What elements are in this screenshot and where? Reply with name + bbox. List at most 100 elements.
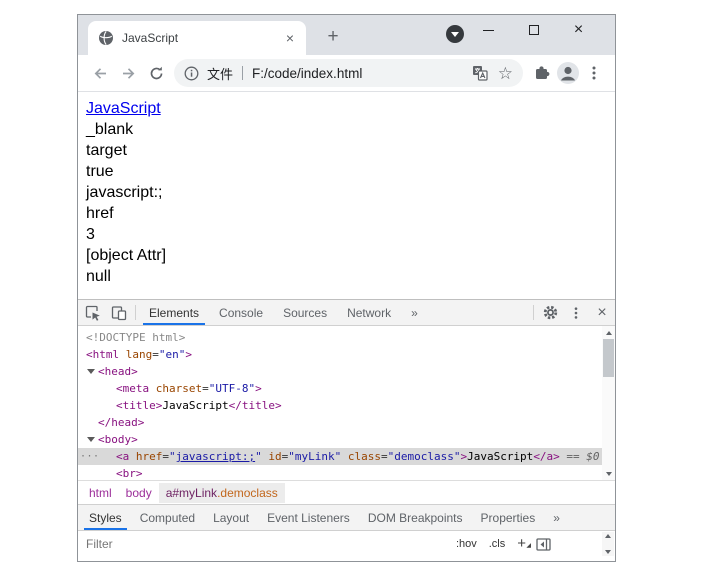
kebab-menu-icon xyxy=(586,65,602,81)
tab-search-button[interactable] xyxy=(446,25,464,43)
triangle-up-icon[interactable] xyxy=(605,534,611,538)
styles-tab-event-listeners[interactable]: Event Listeners xyxy=(258,505,359,530)
omnibox[interactable]: 文件 F:/code/index.html xyxy=(174,59,523,87)
inspect-element-button[interactable] xyxy=(80,300,106,325)
page-link[interactable]: JavaScript xyxy=(86,100,161,117)
dom-tree-row[interactable]: <meta charset="UTF-8"> xyxy=(78,380,615,397)
profile-avatar-icon xyxy=(556,61,580,85)
page-text-lines: _blanktargettruejavascript:;href3[object… xyxy=(86,119,607,287)
dom-tree-row[interactable]: <head> xyxy=(78,363,615,380)
breadcrumb-item-html[interactable]: html xyxy=(82,483,119,503)
devtools-tab-elements[interactable]: Elements xyxy=(139,300,209,325)
tab-title: JavaScript xyxy=(122,31,282,45)
triangle-down-icon[interactable] xyxy=(605,550,611,554)
element-classes-button[interactable]: .cls xyxy=(489,538,506,550)
scroll-up-button[interactable] xyxy=(602,326,615,339)
forward-button[interactable] xyxy=(114,59,142,87)
devtools-tab-more[interactable]: » xyxy=(401,300,428,325)
computed-sidebar-toggle-button[interactable] xyxy=(536,538,551,551)
dom-tree-row[interactable]: <!DOCTYPE html> xyxy=(78,329,615,346)
node-menu-ellipsis[interactable]: ··· xyxy=(80,448,100,465)
maximize-button[interactable] xyxy=(511,15,556,45)
bookmark-star-icon[interactable] xyxy=(498,65,513,82)
extensions-button[interactable] xyxy=(529,59,555,87)
close-icon xyxy=(597,304,606,322)
info-icon[interactable] xyxy=(184,66,199,81)
reload-icon xyxy=(148,65,165,82)
breadcrumb-token: body xyxy=(126,486,152,500)
code-token xyxy=(341,450,348,463)
dom-tree-row[interactable]: <title>JavaScript</title> xyxy=(78,397,615,414)
styles-scrollbar[interactable] xyxy=(602,532,614,556)
translate-icon[interactable] xyxy=(472,65,488,81)
new-style-rule-button[interactable]: +◢ xyxy=(517,537,526,551)
code-token: </head> xyxy=(98,416,144,429)
breadcrumb-token: html xyxy=(89,486,112,500)
scrollbar-thumb[interactable] xyxy=(603,339,614,377)
desktop: JavaScript × xyxy=(0,0,724,571)
code-token: "democlass" xyxy=(388,450,461,463)
new-tab-button[interactable] xyxy=(320,24,346,50)
devtools-settings-button[interactable] xyxy=(537,300,563,325)
breadcrumb-item-a-mylink-democlass[interactable]: a#myLink.democlass xyxy=(159,483,285,503)
devtools-close-button[interactable] xyxy=(589,300,615,325)
devtools-tab-sources[interactable]: Sources xyxy=(273,300,337,325)
styles-tab-computed[interactable]: Computed xyxy=(131,505,204,530)
reload-button[interactable] xyxy=(142,59,170,87)
toggle-element-state-button[interactable]: :hov xyxy=(456,538,477,550)
code-token: <head> xyxy=(98,365,138,378)
styles-tab-dom-breakpoints[interactable]: DOM Breakpoints xyxy=(359,505,472,530)
device-toolbar-icon xyxy=(111,305,127,321)
code-token: <body> xyxy=(98,433,138,446)
devtools-tab-network[interactable]: Network xyxy=(337,300,401,325)
code-token xyxy=(119,348,126,361)
page-line-link: JavaScript xyxy=(86,98,607,119)
minimize-icon xyxy=(483,30,494,31)
profile-button[interactable] xyxy=(555,59,581,87)
styles-filter-input[interactable] xyxy=(86,537,444,551)
dom-tree-row[interactable]: <body> xyxy=(78,431,615,448)
close-button[interactable] xyxy=(556,15,601,45)
code-token: "en" xyxy=(159,348,186,361)
code-token: id xyxy=(268,450,281,463)
dom-tree-row-selected[interactable]: ···<a href="javascript:;" id="myLink" cl… xyxy=(78,448,615,465)
devtools-menu-button[interactable] xyxy=(563,300,589,325)
minimize-button[interactable] xyxy=(466,15,511,45)
styles-tab-styles[interactable]: Styles xyxy=(80,505,131,530)
browser-tab[interactable]: JavaScript × xyxy=(88,21,306,55)
code-token: href xyxy=(136,450,163,463)
browser-menu-button[interactable] xyxy=(581,59,607,87)
expander-arrow-icon[interactable] xyxy=(87,437,95,442)
styles-tab-more[interactable]: » xyxy=(544,505,569,530)
code-token: </title> xyxy=(229,399,282,412)
maximize-icon xyxy=(529,25,539,35)
dom-tree-row[interactable]: <br> xyxy=(78,465,615,481)
page-text-line: null xyxy=(86,266,607,287)
scroll-down-button[interactable] xyxy=(602,467,615,480)
triangle-up-icon xyxy=(606,331,612,335)
tree-scrollbar[interactable] xyxy=(602,326,615,480)
back-button[interactable] xyxy=(86,59,114,87)
dom-tree-row[interactable]: <html lang="en"> xyxy=(78,346,615,363)
code-token: = xyxy=(381,450,388,463)
code-token: <html xyxy=(86,348,119,361)
dom-tree-row[interactable]: </head> xyxy=(78,414,615,431)
kebab-menu-icon xyxy=(569,306,583,320)
breadcrumb-token: a#myLink xyxy=(166,486,217,500)
code-token: JavaScript xyxy=(467,450,533,463)
code-token: > xyxy=(255,382,262,395)
dom-tree-rows: <!DOCTYPE html> <html lang="en"> <head> <me… xyxy=(78,329,615,481)
dom-tree: <!DOCTYPE html> <html lang="en"> <head> <me… xyxy=(78,326,615,481)
devtools-tab-console[interactable]: Console xyxy=(209,300,273,325)
extensions-puzzle-icon xyxy=(533,64,551,82)
devtools-toolbar: ElementsConsoleSourcesNetwork» xyxy=(78,300,615,326)
styles-tab-properties[interactable]: Properties xyxy=(472,505,545,530)
tab-close-icon[interactable]: × xyxy=(282,30,298,46)
device-toolbar-button[interactable] xyxy=(106,300,132,325)
corner-caret-icon: ◢ xyxy=(526,539,531,553)
expander-arrow-icon[interactable] xyxy=(87,369,95,374)
styles-tab-layout[interactable]: Layout xyxy=(204,505,258,530)
url-text[interactable]: F:/code/index.html xyxy=(252,66,362,81)
breadcrumb-item-body[interactable]: body xyxy=(119,483,159,503)
code-token: <!DOCTYPE html> xyxy=(86,331,185,344)
